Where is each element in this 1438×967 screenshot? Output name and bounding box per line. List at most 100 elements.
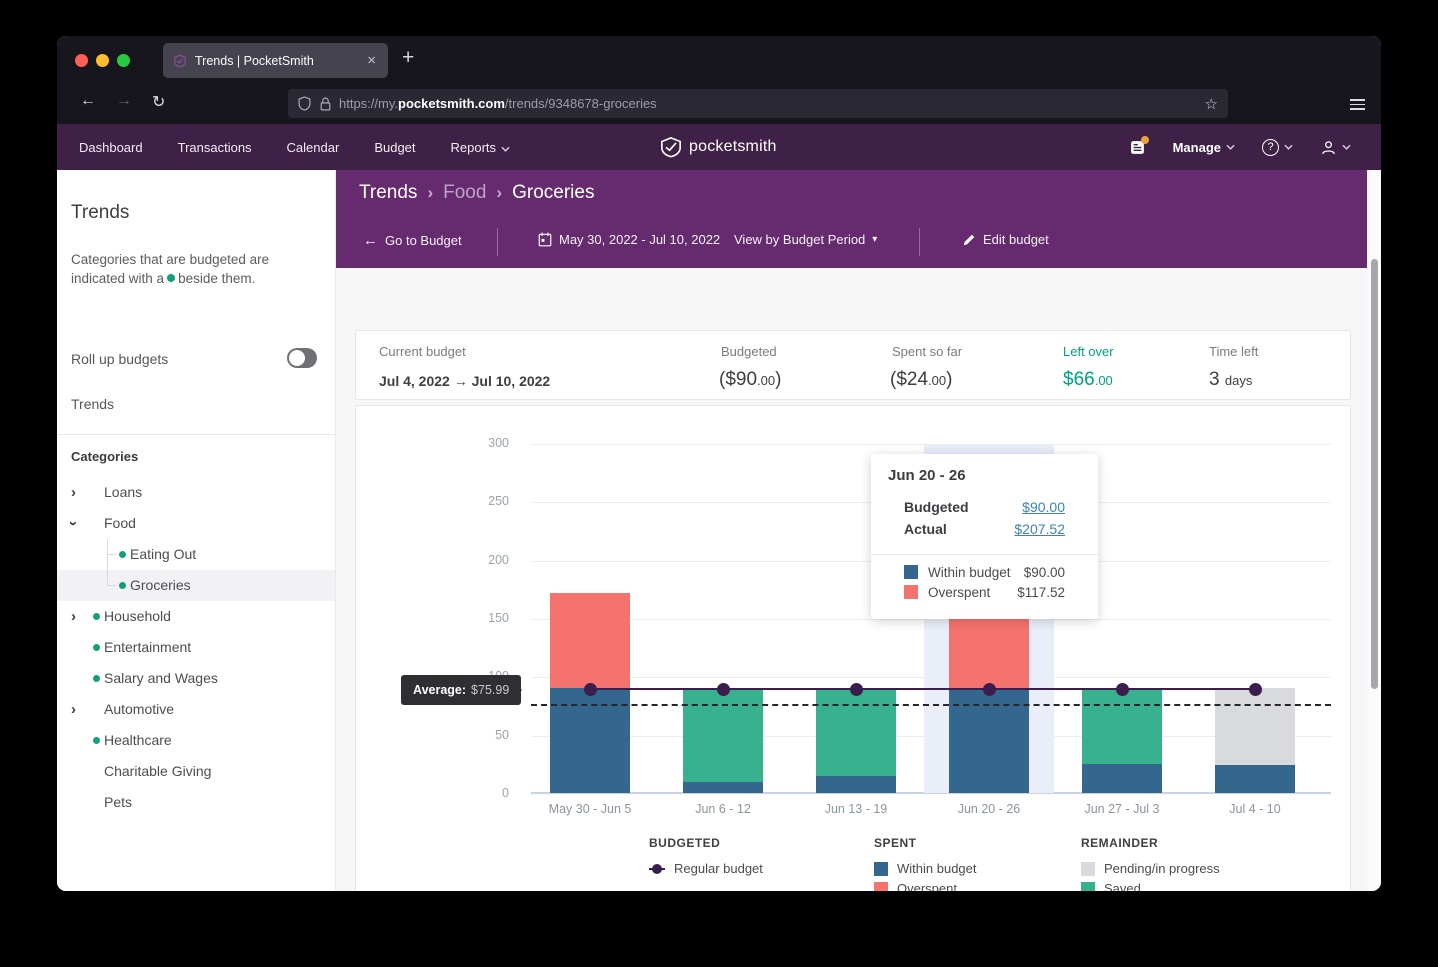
x-axis-tick-label: Jun 13 - 19 bbox=[791, 802, 921, 816]
legend-item-regular-budget: Regular budget bbox=[649, 861, 763, 876]
regular-budget-point[interactable] bbox=[1116, 683, 1129, 696]
regular-budget-point[interactable] bbox=[584, 683, 597, 696]
y-axis-tick-label: 50 bbox=[465, 728, 509, 742]
regular-budget-point[interactable] bbox=[983, 683, 996, 696]
trends-chart-card: 050100150200250300May 30 - Jun 5Jun 6 - … bbox=[355, 405, 1351, 891]
regular-budget-point[interactable] bbox=[850, 683, 863, 696]
tooltip-row-value-link[interactable]: $90.00 bbox=[1022, 499, 1065, 515]
close-tab-icon[interactable]: × bbox=[365, 52, 378, 69]
lock-icon[interactable] bbox=[320, 97, 331, 111]
sidebar-item-trends[interactable]: Trends bbox=[71, 396, 114, 412]
x-axis-tick-label: May 30 - Jun 5 bbox=[525, 802, 655, 816]
tooltip-row-value-link[interactable]: $207.52 bbox=[1014, 521, 1065, 537]
sidebar-item-healthcare[interactable]: Healthcare bbox=[57, 725, 335, 756]
regular-budget-point[interactable] bbox=[717, 683, 730, 696]
sidebar-item-groceries[interactable]: Groceries bbox=[57, 570, 335, 601]
nav-item-transactions[interactable]: Transactions bbox=[178, 140, 252, 155]
notification-dot bbox=[1141, 136, 1149, 144]
sidebar-item-salary-and-wages[interactable]: Salary and Wages bbox=[57, 663, 335, 694]
regular-budget-point[interactable] bbox=[1249, 683, 1262, 696]
page-content: Trends Categories that are budgeted are … bbox=[57, 170, 1381, 891]
legend-swatch bbox=[904, 565, 918, 579]
pocketsmith-logo[interactable]: pocketsmith bbox=[660, 124, 777, 170]
date-arrow-icon: → bbox=[454, 373, 468, 389]
chevron-right-icon[interactable]: › bbox=[71, 701, 76, 718]
shield-permissions-icon[interactable] bbox=[298, 96, 311, 111]
chevron-right-icon[interactable]: › bbox=[71, 484, 76, 501]
reload-button[interactable]: ↻ bbox=[152, 92, 165, 112]
minimize-window-button[interactable] bbox=[96, 54, 109, 67]
bar-segment-within-budget[interactable] bbox=[1082, 764, 1162, 793]
url-field[interactable]: https://my.pocketsmith.com/trends/934867… bbox=[288, 89, 1228, 118]
forward-button[interactable]: → bbox=[116, 92, 132, 110]
new-tab-button[interactable]: + bbox=[402, 46, 414, 70]
logo-text: pocketsmith bbox=[689, 138, 777, 156]
sidebar-item-food[interactable]: ›Food bbox=[57, 508, 335, 539]
budgeted-dot bbox=[93, 675, 100, 682]
left-arrow-icon: ← bbox=[363, 232, 378, 249]
sidebar-item-eating-out[interactable]: Eating Out bbox=[57, 539, 335, 570]
x-axis-tick-label: Jul 4 - 10 bbox=[1190, 802, 1320, 816]
user-icon bbox=[1320, 139, 1337, 156]
bookmark-star-icon[interactable]: ☆ bbox=[1205, 95, 1218, 113]
window-controls bbox=[75, 54, 130, 67]
bar-segment-within-budget[interactable] bbox=[1215, 765, 1295, 793]
tooltip-breakdown-value: $90.00 bbox=[1024, 565, 1065, 580]
sidebar-item-entertainment[interactable]: Entertainment bbox=[57, 632, 335, 663]
nav-item-dashboard[interactable]: Dashboard bbox=[79, 140, 143, 155]
sidebar-item-charitable-giving[interactable]: Charitable Giving bbox=[57, 756, 335, 787]
budgeted-dot bbox=[93, 613, 100, 620]
bar-segment-pending-in-progress[interactable] bbox=[1215, 688, 1295, 765]
sidebar-item-label: Automotive bbox=[104, 701, 174, 717]
nav-item-reports[interactable]: Reports bbox=[451, 140, 511, 155]
menu-icon[interactable] bbox=[1350, 96, 1365, 113]
breadcrumb-item-trends[interactable]: Trends bbox=[359, 182, 417, 204]
url-text: https://my.pocketsmith.com/trends/934867… bbox=[339, 96, 1205, 111]
y-axis-tick-label: 200 bbox=[465, 553, 509, 567]
back-button[interactable]: ← bbox=[80, 92, 96, 110]
navbar-right: Manage ? bbox=[1129, 124, 1351, 170]
close-window-button[interactable] bbox=[75, 54, 88, 67]
budgeted-dot bbox=[93, 644, 100, 651]
regular-budget-swatch-icon bbox=[649, 862, 665, 876]
help-menu[interactable]: ? bbox=[1262, 139, 1293, 156]
setup-checklist-icon[interactable] bbox=[1129, 139, 1146, 156]
go-to-budget-button[interactable]: ← Go to Budget bbox=[363, 232, 462, 249]
bar-segment-saved[interactable] bbox=[1082, 688, 1162, 764]
manage-menu[interactable]: Manage bbox=[1173, 140, 1235, 155]
bar-segment-saved[interactable] bbox=[816, 688, 896, 776]
tooltip-breakdown-row: Within budget$90.00 bbox=[904, 562, 1065, 582]
date-range-picker[interactable]: May 30, 2022 - Jul 10, 2022 bbox=[538, 232, 720, 247]
sidebar-item-loans[interactable]: ›Loans bbox=[57, 477, 335, 508]
view-by-dropdown[interactable]: View by Budget Period ▾ bbox=[734, 232, 877, 247]
sidebar-item-label: Pets bbox=[104, 794, 132, 810]
zoom-window-button[interactable] bbox=[117, 54, 130, 67]
legend-item-overspent: Overspent bbox=[874, 881, 957, 891]
bar-segment-saved[interactable] bbox=[683, 688, 763, 782]
bar-segment-within-budget[interactable] bbox=[683, 782, 763, 793]
nav-item-budget[interactable]: Budget bbox=[374, 140, 415, 155]
breadcrumb-item-food[interactable]: Food bbox=[443, 182, 486, 204]
sidebar-item-automotive[interactable]: › Automotive bbox=[57, 694, 335, 725]
desktop-background: Trends | PocketSmith × + ← → ↻ https://m… bbox=[0, 0, 1438, 967]
left-over-value: $66.00 bbox=[1063, 369, 1113, 391]
scrollbar-thumb[interactable] bbox=[1371, 259, 1378, 689]
rollup-budgets-toggle[interactable] bbox=[287, 348, 317, 368]
chevron-down-icon[interactable]: › bbox=[65, 521, 82, 526]
bar-segment-within-budget[interactable] bbox=[816, 776, 896, 794]
time-left-value: 3 days bbox=[1209, 369, 1252, 391]
time-left-label: Time left bbox=[1209, 344, 1258, 359]
nav-item-calendar[interactable]: Calendar bbox=[287, 140, 340, 155]
browser-tab[interactable]: Trends | PocketSmith × bbox=[163, 43, 388, 78]
sidebar-item-pets[interactable]: Pets bbox=[57, 787, 335, 818]
chevron-right-icon[interactable]: › bbox=[71, 608, 76, 625]
pocketsmith-favicon-icon bbox=[173, 54, 187, 68]
y-axis-tick-label: 0 bbox=[465, 786, 509, 800]
edit-budget-button[interactable]: Edit budget bbox=[962, 232, 1049, 247]
sidebar-item-household[interactable]: ›Household bbox=[57, 601, 335, 632]
budgeted-dot bbox=[167, 274, 175, 282]
bar-segment-overspent[interactable] bbox=[550, 593, 630, 688]
account-menu[interactable] bbox=[1320, 139, 1351, 156]
pencil-icon bbox=[962, 233, 976, 247]
tree-connector bbox=[107, 554, 116, 555]
